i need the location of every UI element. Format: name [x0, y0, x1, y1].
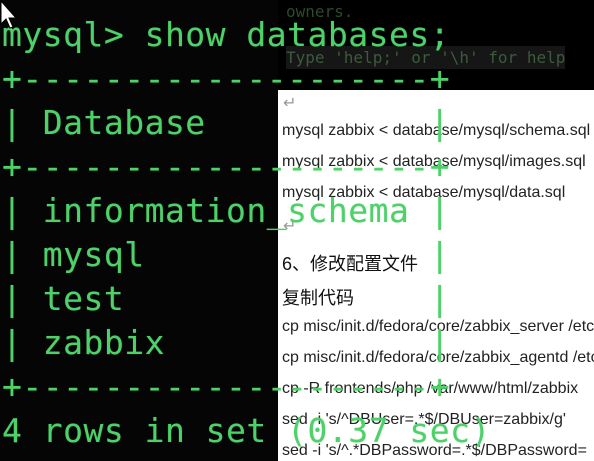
table-header: | Database | — [2, 103, 451, 142]
table-row: | zabbix | — [2, 323, 451, 362]
table-row: | test | — [2, 279, 451, 318]
mouse-pointer-icon — [0, 0, 18, 29]
result-summary: 4 rows in set (0.37 sec) — [2, 411, 491, 450]
table-row: | mysql | — [2, 235, 451, 274]
table-border-top: +--------------------+ — [2, 59, 451, 98]
table-border-bottom: +--------------------+ — [2, 367, 451, 406]
table-row: | information_schema | — [2, 191, 451, 230]
mysql-terminal-output: mysql> show databases; +----------------… — [0, 0, 490, 461]
command-line: mysql> show databases; — [2, 15, 451, 54]
table-border-middle: +--------------------+ — [2, 147, 451, 186]
